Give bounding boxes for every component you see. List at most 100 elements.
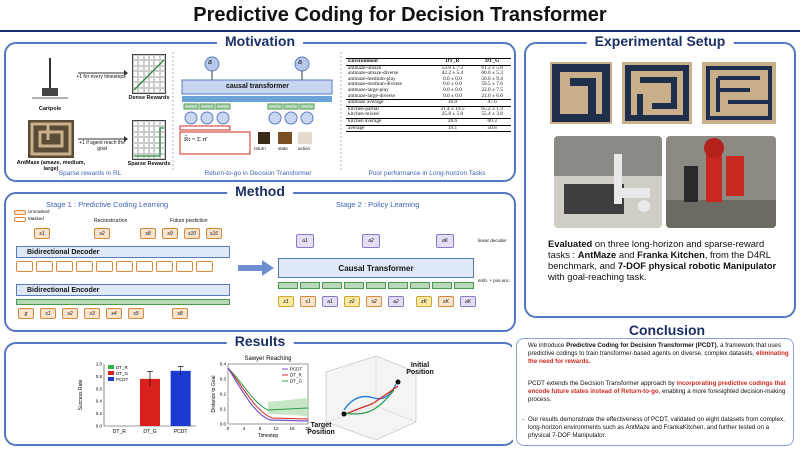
- y-tick-label: 0.8: [96, 374, 103, 379]
- action-t-label: a: [298, 59, 302, 66]
- dense-rewards-label: Dense Rewards: [128, 95, 170, 101]
- chart-title: Sawyer Reaching: [244, 356, 291, 362]
- arrow-right-icon: [78, 70, 128, 76]
- x-tick-label: 8: [259, 426, 262, 431]
- setup-heading: Experimental Setup: [586, 33, 734, 49]
- seq-token-z2: z2: [344, 296, 360, 307]
- reconstruction-label: Reconstruction: [94, 218, 128, 224]
- experimental-setup-panel: Experimental Setup Evaluated on three lo…: [524, 33, 796, 318]
- arrow-right-icon: [78, 136, 128, 142]
- x-axis-label: Timestep: [258, 433, 279, 439]
- masked-token: [36, 261, 53, 272]
- setup-text-bold: Franka Kitchen: [637, 249, 705, 260]
- conclusion-text: We introduce: [528, 342, 567, 349]
- emb-label: emb. + pos.enc.: [478, 278, 511, 283]
- bidirectional-encoder: Bidirectional Encoder: [16, 284, 230, 296]
- y-tick-label: 0.2: [96, 411, 103, 416]
- caption-rtg: Return-to-go in Decision Transformer: [204, 170, 312, 177]
- y-tick-label: 0.3: [220, 377, 227, 382]
- sparse-reward-plot: [134, 127, 164, 157]
- sparse-rewards-label: Sparse Rewards: [127, 161, 171, 167]
- embedding-row: [278, 282, 474, 289]
- caption-sparse: Sparse rewards in RL: [58, 170, 122, 177]
- seq-token-s1: s1: [300, 296, 316, 307]
- seq-token-zK: zK: [416, 296, 432, 307]
- cartpole-label: Cartpole: [38, 106, 62, 112]
- table-cell: 19.1: [431, 124, 474, 133]
- table-cell: average: [346, 124, 432, 133]
- conclusion-text: PCDT extends the Decision Transformer ap…: [528, 380, 677, 387]
- causal-transformer: Causal Transformer: [278, 258, 474, 278]
- x-tick-label: PCDT: [174, 429, 188, 435]
- arrow-right-icon: [238, 260, 274, 276]
- legend-unmasked: Unmasked: [28, 209, 50, 214]
- setup-text: and: [616, 249, 638, 260]
- divider-line: [172, 52, 174, 170]
- legend-masked: Masked: [28, 216, 44, 221]
- legend-swatch: [108, 365, 114, 369]
- antmaze-photos: [536, 56, 788, 128]
- decoder-input-row: [16, 261, 230, 273]
- antmaze-illustration: [28, 120, 74, 158]
- performance-table: Environment DT_R DT_G antmaze-umaze 53.0 …: [346, 58, 511, 133]
- bar: [170, 370, 191, 426]
- conclusion-paragraph-2: PCDT extends the Decision Transformer ap…: [528, 380, 790, 403]
- legend-label: DT_R: [116, 365, 129, 370]
- token-s2: s2: [62, 308, 78, 319]
- token-s1: s1: [40, 308, 56, 319]
- franka-kitchen-photo: [554, 136, 662, 228]
- y-tick-label: 0.4: [220, 362, 227, 367]
- linear-decoder-label: linear decoder: [478, 238, 507, 243]
- token-s16: s16: [206, 228, 222, 239]
- masked-token: [76, 261, 93, 272]
- x-tick-label: DT_G: [143, 429, 156, 435]
- token-s1: s1: [34, 228, 50, 239]
- y-axis-label: Distance to Goal: [211, 376, 217, 413]
- masked-token: [16, 261, 33, 272]
- poster-title: Predictive Coding for Decision Transform…: [193, 3, 607, 26]
- masked-token: [156, 261, 173, 272]
- token-g: g: [18, 308, 34, 319]
- y-tick-label: 0.6: [96, 386, 103, 391]
- conclusion-heading: Conclusion: [620, 322, 714, 338]
- table-cell: 50.8: [473, 124, 511, 133]
- x-tick-label: DT_R: [113, 429, 126, 435]
- robot-manipulator-photo: [666, 136, 776, 228]
- results-heading: Results: [226, 333, 294, 349]
- divider-line: [340, 52, 342, 170]
- y-tick-label: 0.0: [220, 422, 227, 427]
- stage1-title: Stage 1 : Predictive Coding Learning: [46, 200, 169, 209]
- future-prediction-label: Future prediction: [170, 218, 208, 224]
- caption-poor: Poor performance in Long-horizon Tasks: [368, 170, 486, 177]
- action-t1-label: a: [208, 59, 212, 66]
- action-token-aK: aK: [436, 234, 454, 248]
- y-tick-label: 0.0: [96, 424, 103, 429]
- masked-token: [176, 261, 193, 272]
- seq-token-a1: a1: [322, 296, 338, 307]
- seq-token-aK: aK: [460, 296, 476, 307]
- setup-description: Evaluated on three long-horizon and spar…: [548, 238, 783, 282]
- seq-token-s2: s2: [366, 296, 382, 307]
- decision-transformer-diagram: [179, 56, 333, 155]
- setup-text-bold: AntMaze: [577, 249, 617, 260]
- x-tick-label: 16: [289, 426, 295, 431]
- rtg-formula: R̂t = Σ rt': [184, 136, 208, 143]
- dt-g-band: [268, 398, 308, 416]
- success-rate-bar-chart: 0.00.20.40.60.81.0DT_R DT_G PCDTSuccess Ra…: [78, 362, 196, 435]
- legend-label: PCDT: [116, 377, 129, 382]
- motivation-panel: Motivation Cartpole +1 for every timeste…: [4, 33, 516, 182]
- token-s9: s9: [162, 228, 178, 239]
- encoder-embedding-row: [16, 299, 230, 305]
- conclusion-panel: Conclusion We introduce Predictive Codin…: [512, 322, 796, 448]
- action-token-a2: a2: [362, 234, 380, 248]
- x-tick-label: 0: [227, 426, 230, 431]
- seq-token-a2: a2: [388, 296, 404, 307]
- causal-transformer-label: causal transformer: [226, 83, 290, 90]
- legend-swatch: [108, 377, 114, 381]
- cartpole-illustration: [32, 58, 68, 99]
- y-tick-label: 0.4: [96, 399, 103, 404]
- action-token-a1: a1: [296, 234, 314, 248]
- token-s10: s10: [184, 228, 200, 239]
- x-tick-label: 12: [273, 426, 279, 431]
- method-heading: Method: [227, 183, 293, 199]
